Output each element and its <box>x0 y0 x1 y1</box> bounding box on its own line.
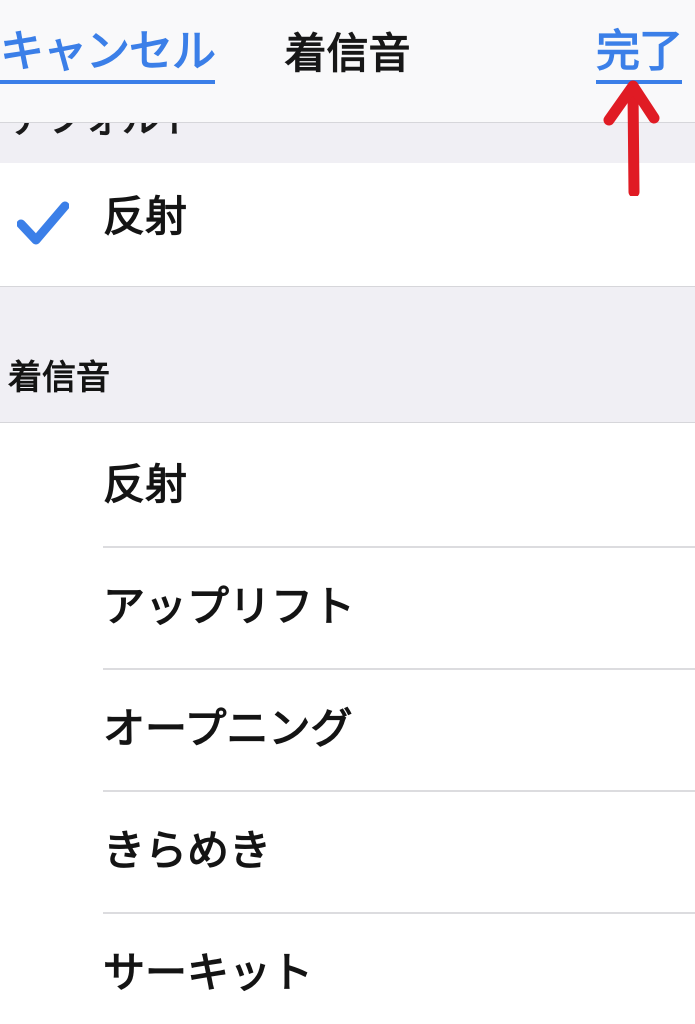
ringtone-picker-screen: キャンセル 着信音 完了 デフォルト 反射 着信音 反射 アップリフト オープニ… <box>0 0 695 1024</box>
selected-default-ringtone-label: 反射 <box>103 192 188 241</box>
ringtone-list: 反射 アップリフト オープニング きらめき サーキット <box>0 424 695 1024</box>
ringtone-label: サーキット <box>103 948 314 997</box>
list-item[interactable]: オープニング <box>0 668 695 790</box>
list-item[interactable]: 反射 <box>0 424 695 546</box>
ringtone-label: アップリフト <box>103 582 356 631</box>
ringtone-label: きらめき <box>103 826 272 875</box>
ringtone-label: 反射 <box>103 460 188 509</box>
navigation-bar: キャンセル 着信音 完了 <box>0 0 695 123</box>
page-title: 着信音 <box>284 29 411 78</box>
checkmark-icon <box>17 201 69 245</box>
ringtone-section-header-label: 着信音 <box>8 358 110 398</box>
default-section-header: デフォルト <box>0 123 695 163</box>
done-button[interactable]: 完了 <box>596 26 683 84</box>
list-item[interactable]: アップリフト <box>0 546 695 668</box>
ringtone-label: オープニング <box>103 704 353 753</box>
ringtone-section-header: 着信音 <box>0 286 695 423</box>
list-item[interactable]: きらめき <box>0 790 695 912</box>
list-item[interactable]: サーキット <box>0 912 695 1024</box>
selected-default-ringtone-row[interactable]: 反射 <box>0 163 695 286</box>
default-section-header-label: デフォルト <box>8 123 198 143</box>
